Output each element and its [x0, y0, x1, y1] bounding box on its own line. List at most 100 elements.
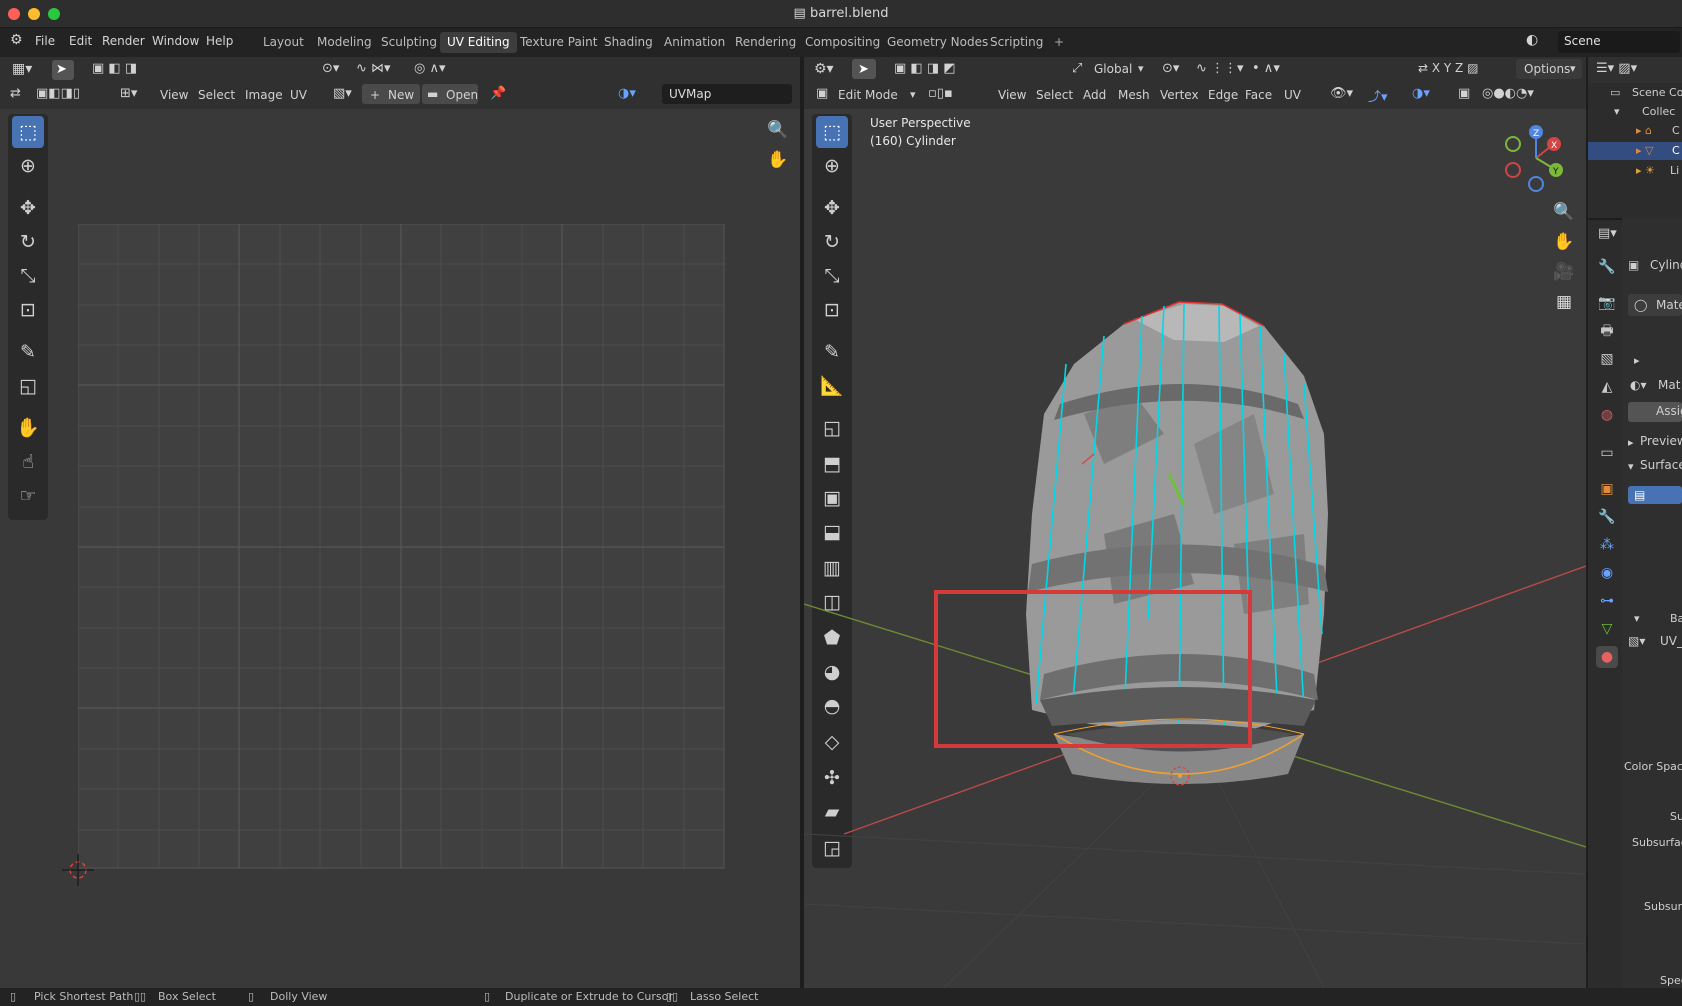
outliner-editor-type-icon[interactable]: ☰▾ ▨▾	[1596, 61, 1637, 76]
slot-expand-icon[interactable]: ▸	[1634, 354, 1640, 367]
outliner-item-light[interactable]: Li	[1670, 164, 1679, 177]
uv-overlay-icon[interactable]: ◑▾	[618, 86, 636, 101]
surface-expand-icon[interactable]: ▾	[1628, 460, 1634, 473]
uv-move-tool[interactable]: ✥	[12, 192, 44, 224]
ortho-toggle-icon[interactable]: ▦	[1550, 288, 1578, 316]
add-workspace-icon[interactable]: +	[1047, 32, 1071, 53]
outliner-scene-collection[interactable]: Scene Col	[1632, 86, 1682, 99]
mode-dropdown[interactable]: Edit Mode	[838, 88, 898, 102]
uvmap-field[interactable]: UVMap	[662, 84, 792, 104]
select-mode-icons[interactable]: ▣ ◧ ◨	[92, 61, 137, 76]
preview-panel-label[interactable]: Preview	[1640, 434, 1682, 448]
scene-name-field[interactable]: Scene	[1558, 31, 1680, 53]
mirror-axis-icons[interactable]: ⇄ X Y Z ▨	[1418, 61, 1478, 75]
camera-view-icon[interactable]: 🎥	[1550, 258, 1578, 286]
constraints-tab-icon[interactable]: ⊶	[1596, 590, 1618, 612]
tab-geometry-nodes[interactable]: Geometry Nodes	[880, 32, 995, 53]
xray-icon[interactable]: ▣	[1458, 86, 1470, 101]
pan-hand-icon[interactable]: ✋	[764, 146, 792, 174]
uv-relax-tool[interactable]: ☝	[12, 446, 44, 478]
navigation-gizmo[interactable]: X Y Z	[1496, 118, 1576, 198]
viewport-menu-mesh[interactable]: Mesh	[1118, 88, 1150, 102]
tab-layout[interactable]: Layout	[256, 32, 311, 53]
data-tab-icon[interactable]: ▽	[1596, 618, 1618, 640]
viewport-editor-type-icon[interactable]: ⚙▾	[814, 61, 834, 77]
image-browse-icon[interactable]: ▧▾	[333, 86, 352, 101]
base-color-expand-icon[interactable]: ▾	[1634, 612, 1640, 625]
outliner-item-cylinder[interactable]: C	[1672, 144, 1680, 157]
snap-icon[interactable]: ∿ ⋈▾	[356, 61, 391, 76]
shading-mode-icons[interactable]: ◎●◐◔▾	[1482, 86, 1534, 101]
material-tab-icon[interactable]: ●	[1596, 646, 1618, 668]
menu-file[interactable]: File	[35, 34, 55, 48]
blender-logo-icon[interactable]: ⚙	[10, 32, 23, 48]
pin-icon[interactable]: 📌	[490, 86, 506, 101]
viewport-menu-edge[interactable]: Edge	[1208, 88, 1238, 102]
viewport-proportional-icon[interactable]: • ∧▾	[1252, 61, 1280, 76]
gizmo-toggle-icon[interactable]: ⤴▾	[1368, 86, 1388, 105]
image-texture-icon[interactable]: ▧▾	[1628, 634, 1645, 648]
editor-type-icon[interactable]: ▦▾	[12, 61, 32, 77]
uv-rip-tool[interactable]: ◱	[12, 370, 44, 402]
object-tab-icon[interactable]: ▣	[1596, 478, 1618, 500]
viewport-snap-icon[interactable]: ∿ ⋮⋮▾	[1196, 61, 1244, 76]
viewport-menu-vertex[interactable]: Vertex	[1160, 88, 1199, 102]
material-browse-icon[interactable]: ◐▾	[1630, 378, 1647, 392]
scene-selector-icon[interactable]: ◐	[1526, 32, 1538, 48]
output-tab-icon[interactable]: 🖶	[1596, 320, 1618, 342]
uv-transform-tool[interactable]: ⊡	[12, 294, 44, 326]
uv-menu-view[interactable]: View	[160, 88, 188, 102]
transform-orientation-dropdown[interactable]: Global	[1094, 62, 1132, 76]
tool-tab-icon[interactable]: 🔧	[1596, 256, 1618, 278]
uv-menu-select[interactable]: Select	[198, 88, 235, 102]
particles-tab-icon[interactable]: ⁂	[1596, 534, 1618, 556]
modifier-tab-icon[interactable]: 🔧	[1596, 506, 1618, 528]
menu-window[interactable]: Window	[152, 34, 199, 48]
viewport-zoom-icon[interactable]: 🔍	[1550, 198, 1578, 226]
uv-select-box-tool[interactable]: ⬚	[12, 116, 44, 148]
uv-2d-cursor-icon[interactable]	[58, 850, 98, 890]
uv-menu-image[interactable]: Image	[245, 88, 283, 102]
uv-rotate-tool[interactable]: ↻	[12, 226, 44, 258]
viewport-menu-uv[interactable]: UV	[1284, 88, 1301, 102]
viewport-select-mode-icons[interactable]: ▣ ◧ ◨ ◩	[894, 61, 956, 76]
collection-tab-icon[interactable]: ▭	[1596, 442, 1618, 464]
viewport-menu-face[interactable]: Face	[1245, 88, 1272, 102]
pivot-point-icon[interactable]: ⊙▾	[1162, 61, 1179, 76]
uv-field[interactable]: UV_	[1660, 634, 1682, 648]
tab-scripting[interactable]: Scripting	[983, 32, 1050, 53]
barrel-mesh[interactable]	[1026, 301, 1328, 786]
uv-pinch-tool[interactable]: ☞	[12, 480, 44, 512]
surface-panel-label[interactable]: Surface	[1640, 458, 1682, 472]
tab-sculpting[interactable]: Sculpting	[374, 32, 444, 53]
viewport-menu-add[interactable]: Add	[1083, 88, 1106, 102]
uv-cursor-tool[interactable]: ⊕	[12, 150, 44, 182]
uv-select-mode-icons[interactable]: ▣◧◨▯	[36, 86, 80, 101]
tab-rendering[interactable]: Rendering	[728, 32, 803, 53]
menu-render[interactable]: Render	[102, 34, 145, 48]
tab-modeling[interactable]: Modeling	[310, 32, 379, 53]
world-tab-icon[interactable]: ◍	[1596, 404, 1618, 426]
uv-grid[interactable]	[78, 224, 726, 870]
outliner-item-camera[interactable]: C	[1672, 124, 1680, 137]
outliner-collection[interactable]: Collec	[1642, 105, 1675, 118]
overlay-toggle-icon[interactable]: ◑▾	[1412, 86, 1430, 101]
orientation-icon[interactable]: ⤢	[1072, 61, 1082, 76]
outliner-selected-row[interactable]	[1588, 142, 1682, 160]
sticky-select-icon[interactable]: ⊞▾	[120, 86, 137, 101]
physics-tab-icon[interactable]: ◉	[1596, 562, 1618, 584]
uv-menu-uv[interactable]: UV	[290, 88, 307, 102]
tab-animation[interactable]: Animation	[657, 32, 732, 53]
viewport-pan-icon[interactable]: ✋	[1550, 228, 1578, 256]
viewport-cursor-arrow-icon[interactable]: ➤	[858, 62, 869, 77]
material-field[interactable]: Mat	[1658, 378, 1680, 392]
viewport-menu-select[interactable]: Select	[1036, 88, 1073, 102]
tab-compositing[interactable]: Compositing	[798, 32, 887, 53]
cursor-arrow-icon[interactable]: ➤	[56, 62, 67, 77]
view-layer-tab-icon[interactable]: ▧	[1596, 348, 1618, 370]
tab-uv-editing[interactable]: UV Editing	[440, 32, 517, 53]
outliner-collection-arrow-icon[interactable]: ▾	[1614, 105, 1620, 118]
properties-editor-type-icon[interactable]: ▤▾	[1598, 226, 1617, 241]
uv-scale-tool[interactable]: ⤡	[12, 260, 44, 292]
tab-texture-paint[interactable]: Texture Paint	[513, 32, 604, 53]
